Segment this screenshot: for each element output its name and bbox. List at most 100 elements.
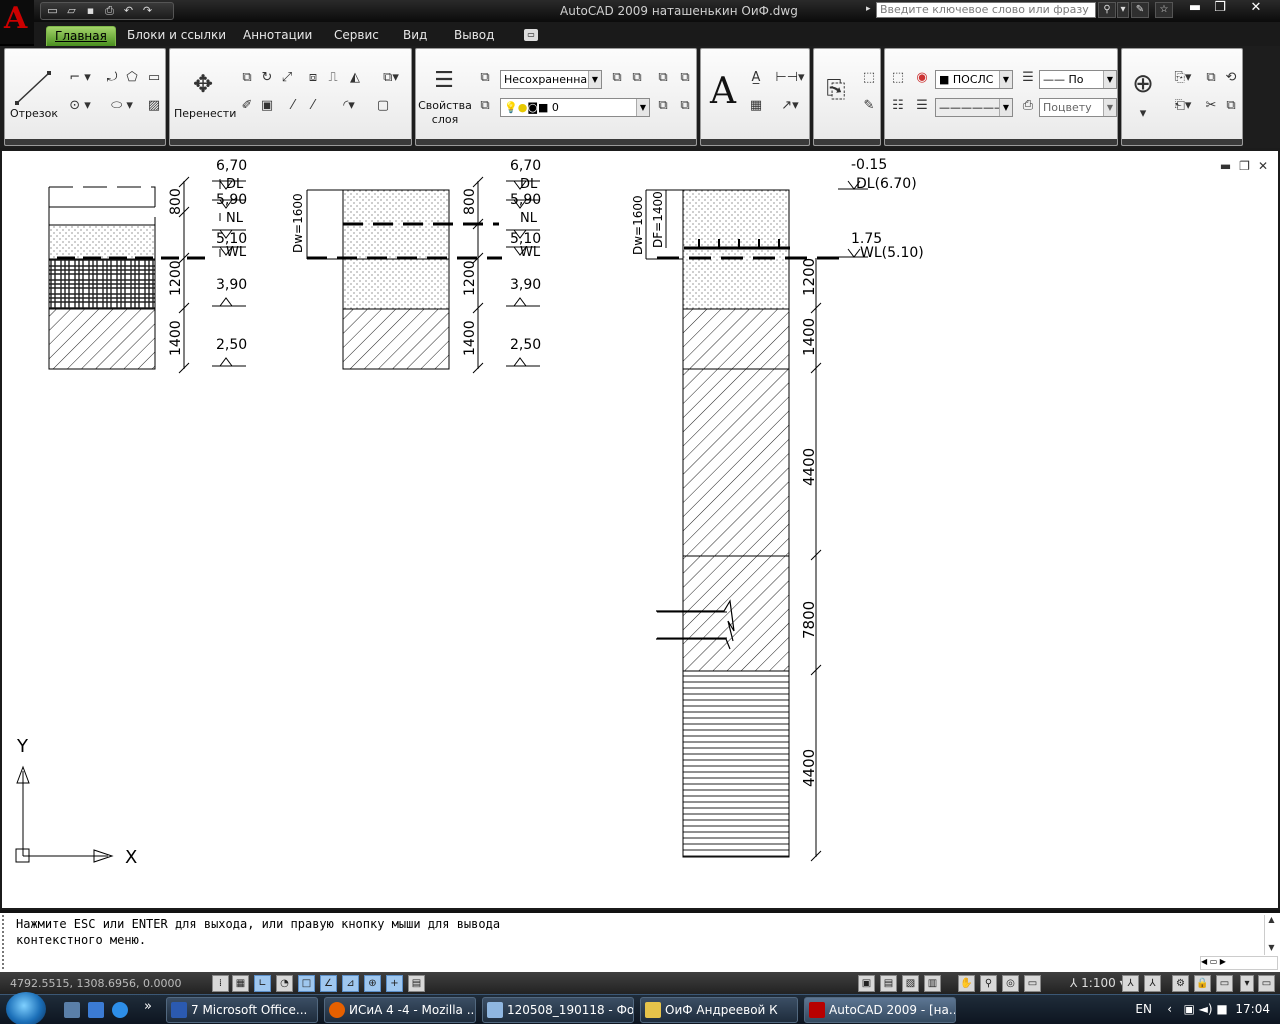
dynamic-ucs-button[interactable]: ⊿ <box>342 975 359 992</box>
clean-screen-toggle-icon[interactable]: ▭ <box>1258 975 1275 992</box>
erase-icon[interactable]: ✐ <box>238 97 256 115</box>
object-snap-button[interactable]: □ <box>298 975 315 992</box>
arc-icon[interactable]: ⤾ <box>103 69 121 87</box>
layer-dropdown[interactable]: 💡●◙■ 0 ▼ <box>500 98 650 117</box>
lineweight-button[interactable]: + <box>386 975 403 992</box>
show-desktop-icon[interactable] <box>64 1002 80 1018</box>
ribbon-minimize-icon[interactable]: ▭ <box>524 29 538 41</box>
scale-icon[interactable]: ⤢ <box>278 69 296 87</box>
rotate-icon[interactable]: ↻ <box>258 69 276 87</box>
scroll-up-icon[interactable]: ▲ <box>1265 915 1278 929</box>
ellipse-icon[interactable]: ⬭ ▾ <box>105 97 139 115</box>
chamfer-icon[interactable]: ▢ <box>374 97 392 115</box>
layer-freeze-icon[interactable]: ⧉ <box>654 97 672 115</box>
fillet-icon[interactable]: ◜▾ <box>332 97 366 115</box>
taskbar-item-photo[interactable]: 120508_190118 - Фо... <box>482 997 634 1023</box>
dynamic-input-button[interactable]: ⊕ <box>364 975 381 992</box>
match-icon[interactable]: ⧉ <box>1222 97 1240 115</box>
tab-tools[interactable]: Сервис <box>334 26 379 46</box>
layer-walk-icon[interactable]: ⧉ <box>476 97 494 115</box>
object-snap-tracking-button[interactable]: ∠ <box>320 975 337 992</box>
tray-app-icon[interactable]: ■ <box>1216 1002 1227 1016</box>
layer-isolate-icon[interactable]: ⧉ <box>654 69 672 87</box>
taskbar-item-firefox[interactable]: ИСиА 4 -4 - Mozilla ... <box>324 997 476 1023</box>
array-icon[interactable]: ⧉▾ <box>374 69 408 87</box>
annotation-visibility-icon[interactable]: ⅄ <box>1122 975 1139 992</box>
polar-tracking-button[interactable]: ◔ <box>276 975 293 992</box>
volume-icon[interactable]: ◄) <box>1199 1002 1213 1016</box>
single-line-text-icon[interactable]: A̲ <box>747 69 765 87</box>
drawing-canvas[interactable]: ▬ ❐ ✕ 800 1200 1400 6,70 DL 5,90 NL 5,10… <box>2 151 1278 908</box>
steeringwheel-icon[interactable]: ◎ <box>1002 975 1019 992</box>
polygon-icon[interactable]: ⬠ <box>123 69 141 87</box>
workspace-gear-icon[interactable]: ⚙ <box>1172 975 1189 992</box>
multiline-text-icon[interactable]: A <box>707 71 739 112</box>
print-icon[interactable]: ⎙ <box>102 4 117 18</box>
explode-icon[interactable]: ▣ <box>258 97 276 115</box>
clock[interactable]: 17:04 <box>1235 1002 1270 1016</box>
match-properties-icon[interactable]: ⬚ <box>889 69 907 87</box>
restore-window-icon[interactable]: ❐ <box>1208 0 1232 15</box>
save-icon[interactable]: ▪ <box>83 4 98 18</box>
minimize-window-icon[interactable]: ▬ <box>1183 0 1207 15</box>
tab-view[interactable]: Вид <box>403 26 427 46</box>
layer-properties-icon[interactable]: ☰ <box>428 65 460 97</box>
move-icon[interactable]: ✥ <box>188 69 218 99</box>
cut-icon[interactable]: ✂ <box>1202 97 1220 115</box>
create-block-icon[interactable]: ⬚ <box>860 69 878 87</box>
auto-scale-icon[interactable]: ⅄ <box>1144 975 1161 992</box>
layer-state-dropdown[interactable]: Несохраненна ▼ <box>500 70 602 89</box>
quick-view-drawings-button[interactable]: ▧ <box>902 975 919 992</box>
layer-match-icon[interactable]: ⧉ <box>608 69 626 87</box>
close-window-icon[interactable]: ✕ <box>1244 0 1268 15</box>
polyline-icon[interactable]: ⌐ ▾ <box>63 69 97 87</box>
showmotion-icon[interactable]: ▭ <box>1024 975 1041 992</box>
taskbar-item-word[interactable]: 7 Microsoft Office... <box>166 997 318 1023</box>
tab-output[interactable]: Вывод <box>454 26 494 46</box>
insert-block-icon[interactable]: ⎘ <box>820 73 852 105</box>
snap-mode-button[interactable]: ⁞ <box>212 975 229 992</box>
horizontal-scrollbar[interactable]: ◀ ▭ ▶ <box>1200 956 1278 970</box>
lineweight-icon[interactable]: ☰ <box>1019 69 1037 87</box>
circle-icon[interactable]: ⊙ ▾ <box>63 97 97 115</box>
layer-unisolate-icon[interactable]: ⧉ <box>676 69 694 87</box>
hatch-icon[interactable]: ▨ <box>145 97 163 115</box>
list-icon[interactable]: ☷ <box>889 97 907 115</box>
command-line[interactable]: Нажмите ESC или ENTER для выхода, или пр… <box>0 910 1280 972</box>
copy-icon[interactable]: ⧉ <box>238 69 256 87</box>
dimension-icon[interactable]: ⊢⊣▾ <box>773 69 807 87</box>
trim-icon[interactable]: ⁄ <box>284 97 302 115</box>
extend-icon[interactable]: ⁄ <box>304 97 322 115</box>
offset-icon[interactable]: ⎍ <box>324 69 342 87</box>
layer-previous-icon[interactable]: ⧉ <box>628 69 646 87</box>
color-dropdown[interactable]: ■ ПОСЛС ▼ <box>935 70 1013 89</box>
layer-off-icon[interactable]: ⧉ <box>676 97 694 115</box>
linetype-dropdown[interactable]: ——————— ▼ <box>935 98 1013 117</box>
stretch-icon[interactable]: ⧈ <box>304 69 322 87</box>
redo-icon[interactable]: ↷ <box>140 4 155 18</box>
command-grip[interactable] <box>2 915 12 969</box>
edit-block-icon[interactable]: ✎ <box>860 97 878 115</box>
ortho-mode-button[interactable]: ∟ <box>254 975 271 992</box>
annotation-scale[interactable]: ⅄ 1:100 ▾ <box>1070 976 1126 990</box>
search-dropdown-icon[interactable]: ▾ <box>1117 2 1129 18</box>
start-button[interactable] <box>6 992 46 1024</box>
quick-view-layouts-button[interactable]: ▤ <box>880 975 897 992</box>
search-icon[interactable]: ⚲ <box>1098 2 1116 18</box>
pan-icon[interactable]: ✋ <box>958 975 975 992</box>
application-menu-button[interactable]: A <box>0 0 34 44</box>
quick-properties-button[interactable]: ▤ <box>408 975 425 992</box>
taskbar-item-folder[interactable]: ОиФ Андреевой К <box>640 997 798 1023</box>
tray-expand-icon[interactable]: ‹ <box>1167 1002 1172 1016</box>
lineweight-dropdown[interactable]: —— По ▼ <box>1039 70 1117 89</box>
paste-icon[interactable]: ⎗▾ <box>1166 97 1200 115</box>
undo-icon[interactable]: ↶ <box>121 4 136 18</box>
rectangle-icon[interactable]: ▭ <box>145 69 163 87</box>
plot-style-icon[interactable]: ⎙ <box>1019 97 1037 115</box>
favorites-star-icon[interactable]: ☆ <box>1155 2 1173 18</box>
copy-clip-icon[interactable]: ⎘▾ <box>1166 69 1200 87</box>
taskbar-item-autocad[interactable]: AutoCAD 2009 - [на... <box>804 997 956 1023</box>
tab-blocks[interactable]: Блоки и ссылки <box>127 26 226 46</box>
communication-center-icon[interactable]: ✎ <box>1131 2 1149 18</box>
switch-windows-icon[interactable] <box>88 1002 104 1018</box>
